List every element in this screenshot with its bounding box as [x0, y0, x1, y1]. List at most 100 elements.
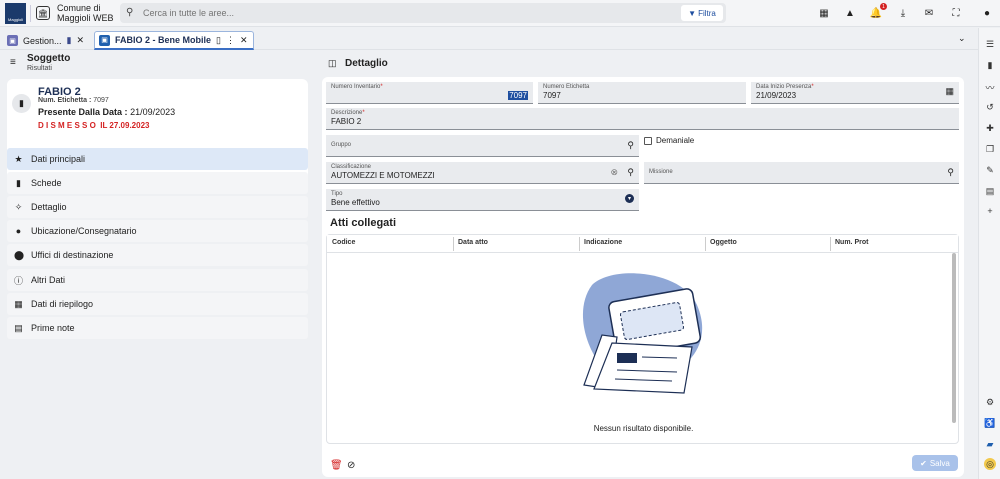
warning-icon[interactable]: ▲ — [844, 7, 856, 19]
calendar-icon[interactable]: ▦ — [945, 86, 954, 97]
demaniale-checkbox[interactable]: Demaniale — [644, 136, 694, 145]
search-icon[interactable]: ⚲ — [627, 167, 634, 178]
table-header: Codice Data atto Indicazione Oggetto Num… — [327, 235, 958, 253]
panel-title: Soggetto — [27, 53, 71, 64]
classificazione-field[interactable]: Classificazione AUTOMEZZI E MOTOMEZZI ⊗ … — [326, 162, 639, 184]
divider — [30, 5, 31, 22]
magic-wand-icon: ✧ — [14, 201, 23, 212]
global-search: ⚲ ▼ Filtra — [120, 3, 726, 23]
column-num-prot[interactable]: Num. Prot — [835, 239, 868, 246]
download-icon[interactable]: ⤓ — [897, 7, 909, 19]
search-icon[interactable]: ⚲ — [947, 167, 954, 178]
menu-item-dettaglio[interactable]: ✧ Dettaglio — [7, 196, 308, 218]
plugin-icon[interactable]: ✚ — [984, 122, 996, 134]
attachment-icon[interactable]: ⊘ — [347, 460, 355, 471]
data-inizio-field[interactable]: Data Inizio Presenza* 21/09/2023 ▦ — [751, 82, 959, 104]
top-bar: Maggioli 🏛 Comune di Maggioli WEB ⚲ ▼ Fi… — [0, 0, 1000, 27]
etichetta-row: Num. Etichetta : 7097 — [38, 97, 109, 104]
more-options-icon[interactable]: ⋮ — [226, 35, 235, 46]
document-icon[interactable]: ▤ — [984, 185, 996, 197]
detail-section: ◫ Dettaglio Numero Inventario* 7097 Nume… — [318, 50, 976, 479]
menu-item-ubicazione[interactable]: ● Ubicazione/Consegnatario — [7, 220, 308, 242]
module-icon: ▣ — [7, 35, 18, 46]
filter-button[interactable]: ▼ Filtra — [681, 5, 723, 21]
institution-icon[interactable]: 🏛 — [36, 6, 50, 20]
section-title: Dettaglio — [345, 58, 388, 69]
chevron-down-icon[interactable]: ▾ — [625, 194, 634, 203]
column-codice[interactable]: Codice — [332, 239, 355, 246]
close-icon[interactable]: ✕ — [240, 35, 248, 46]
missione-field[interactable]: Missione ⚲ — [644, 162, 959, 184]
accessibility-icon[interactable]: ♿ — [984, 417, 996, 429]
column-indicazione[interactable]: Indicazione — [584, 239, 622, 246]
menu-item-dati-principali[interactable]: ★ Dati principali — [7, 148, 308, 170]
menu-item-riepilogo[interactable]: ▦ Dati di riepilogo — [7, 293, 308, 315]
document-icon: ▮ — [12, 94, 31, 113]
numero-inventario-field[interactable]: Numero Inventario* 7097 — [326, 82, 533, 104]
chevron-down-icon[interactable]: ⌄ — [958, 33, 966, 44]
gruppo-field[interactable]: Gruppo ⚲ — [326, 135, 639, 157]
dashboard-icon[interactable]: ▦ — [818, 7, 830, 19]
filter-icon: ▼ — [688, 8, 697, 18]
add-icon[interactable]: + — [984, 205, 996, 217]
clear-icon[interactable]: ⊗ — [610, 167, 618, 178]
right-toolbar: ☰ ▮ 〰 ↺ ✚ ❐ ✎ ▤ + ⚙ ♿ ▰ ◎ — [978, 28, 1000, 479]
scrollbar[interactable] — [952, 253, 956, 423]
chart-line-icon[interactable]: 〰 — [984, 81, 996, 93]
help-icon[interactable]: ◎ — [984, 458, 996, 470]
tab-gestione[interactable]: ▣ Gestion... ▮ ✕ — [3, 31, 88, 50]
checkbox-box[interactable] — [644, 136, 652, 145]
menu-item-altri-dati[interactable]: ⓘ Altri Dati — [7, 269, 308, 291]
empty-state-illustration — [582, 273, 703, 394]
location-pin-icon: ⬤ — [14, 249, 25, 260]
search-icon[interactable]: ⚲ — [627, 140, 634, 151]
menu-item-uffici[interactable]: ⬤ Uffici di destinazione — [7, 244, 308, 266]
menu-item-prime-note[interactable]: ▤ Prime note — [7, 317, 308, 339]
document-icon: ▮ — [16, 177, 21, 188]
star-icon: ★ — [14, 153, 23, 164]
empty-message: Nessun risultato disponibile. — [593, 424, 694, 433]
save-button[interactable]: ✔ Salva — [912, 455, 958, 471]
edit-document-icon[interactable]: ✎ — [984, 164, 996, 176]
fullscreen-icon[interactable]: ⛶ — [950, 7, 962, 19]
settings-icon[interactable]: ⚙ — [984, 396, 996, 408]
left-header: ≡ Soggetto Risultati — [0, 50, 316, 74]
history-icon[interactable]: ↺ — [984, 101, 996, 113]
bookmark-icon[interactable]: ▯ — [216, 35, 221, 46]
descrizione-field[interactable]: Descrizione* FABIO 2 — [326, 108, 959, 130]
column-oggetto[interactable]: Oggetto — [710, 239, 737, 246]
status-text: D I S M E S S O IL 27.09.2023 — [38, 121, 150, 130]
search-icon: ⚲ — [126, 7, 134, 18]
delete-icon[interactable]: 🗑 — [330, 460, 343, 471]
account-icon[interactable]: ● — [981, 7, 993, 19]
calculator-icon: ▦ — [14, 298, 23, 309]
notification-badge: 1 — [880, 3, 887, 10]
presente-row: Presente Dalla Data : 21/09/2023 — [38, 107, 176, 117]
column-data-atto[interactable]: Data atto — [458, 239, 488, 246]
bookmark-icon[interactable]: ▮ — [67, 35, 72, 46]
close-icon[interactable]: ✕ — [76, 35, 84, 46]
tab-bar: ▣ Gestion... ▮ ✕ ▣ FABIO 2 - Bene Mobile… — [0, 28, 978, 50]
person-icon: ● — [15, 226, 22, 236]
tipo-select[interactable]: Tipo Bene effettivo ▾ — [326, 189, 639, 211]
atti-table: Codice Data atto Indicazione Oggetto Num… — [326, 234, 959, 444]
search-input[interactable] — [143, 6, 583, 20]
chat-icon[interactable]: ▰ — [984, 438, 996, 450]
detail-panel: Numero Inventario* 7097 Numero Etichetta… — [322, 77, 964, 477]
numero-etichetta-field[interactable]: Numero Etichetta 7097 — [538, 82, 746, 104]
mail-icon[interactable]: ✉ — [923, 7, 935, 19]
left-panel: ≡ Soggetto Risultati ▮ FABIO 2 Num. Etic… — [0, 50, 316, 479]
table-icon: ▤ — [14, 322, 23, 333]
menu-icon[interactable]: ≡ — [10, 57, 16, 68]
panel-subtitle: Risultati — [27, 65, 52, 72]
list-icon[interactable]: ☰ — [984, 38, 996, 50]
module-icon: ▣ — [99, 34, 110, 46]
copy-icon[interactable]: ❐ — [984, 143, 996, 155]
sidebar-toggle-icon[interactable]: ◫ — [328, 58, 337, 69]
atti-title: Atti collegati — [330, 217, 397, 229]
book-icon[interactable]: ▮ — [984, 59, 996, 71]
menu-item-schede[interactable]: ▮ Schede — [7, 172, 308, 194]
tab-fabio-2[interactable]: ▣ FABIO 2 - Bene Mobile ▯ ⋮ ✕ — [94, 31, 254, 50]
organization-name[interactable]: Comune di Maggioli WEB — [57, 3, 114, 23]
maggioli-logo[interactable]: Maggioli — [5, 3, 26, 24]
